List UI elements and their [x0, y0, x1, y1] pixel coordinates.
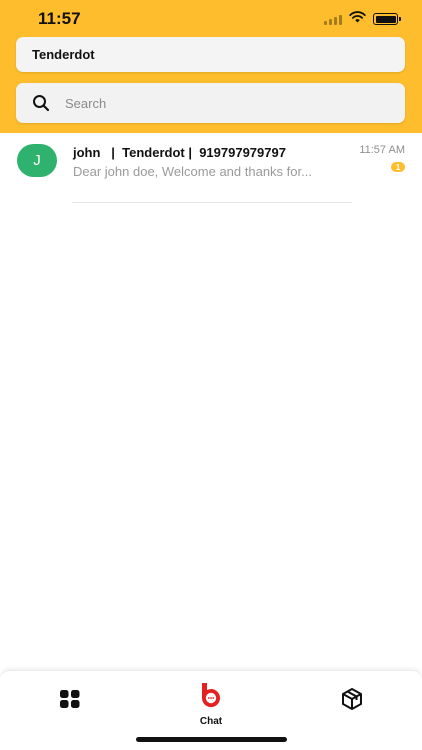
- chat-time: 11:57 AM: [359, 144, 405, 156]
- chat-logo-icon: [198, 682, 224, 713]
- chat-name: john | Tenderdot | 919797979797: [73, 145, 286, 160]
- search-bar[interactable]: [16, 83, 405, 123]
- battery-icon: [373, 13, 401, 25]
- avatar-initial: J: [33, 152, 41, 169]
- chat-preview: Dear john doe, Welcome and thanks for...: [73, 164, 312, 179]
- status-time: 11:57: [38, 9, 81, 28]
- search-input[interactable]: [65, 95, 365, 111]
- page-title: Tenderdot: [32, 47, 95, 62]
- title-bar: Tenderdot: [16, 37, 405, 72]
- header: 11:57 Tenderdot: [0, 0, 422, 133]
- screen: 11:57 Tenderdot Search J john | Tenderdo…: [0, 0, 422, 750]
- status-icons: [324, 10, 401, 28]
- chat-list-item[interactable]: J john | Tenderdot | 919797979797 Dear j…: [0, 133, 422, 203]
- unread-badge: 1: [391, 162, 405, 172]
- status-bar: 11:57: [0, 0, 422, 36]
- tab-dashboard[interactable]: [48, 673, 92, 729]
- search-icon: [30, 92, 52, 114]
- box-icon: [340, 687, 364, 716]
- divider: [72, 202, 352, 203]
- home-indicator: [136, 737, 287, 742]
- tab-chat-label: Chat: [199, 715, 223, 727]
- tab-box[interactable]: [330, 673, 374, 729]
- signal-icon: [324, 13, 342, 25]
- dashboard-grid-icon: [59, 689, 81, 714]
- avatar: J: [17, 144, 57, 177]
- tab-chat[interactable]: Chat: [188, 676, 234, 732]
- wifi-icon: [349, 10, 366, 28]
